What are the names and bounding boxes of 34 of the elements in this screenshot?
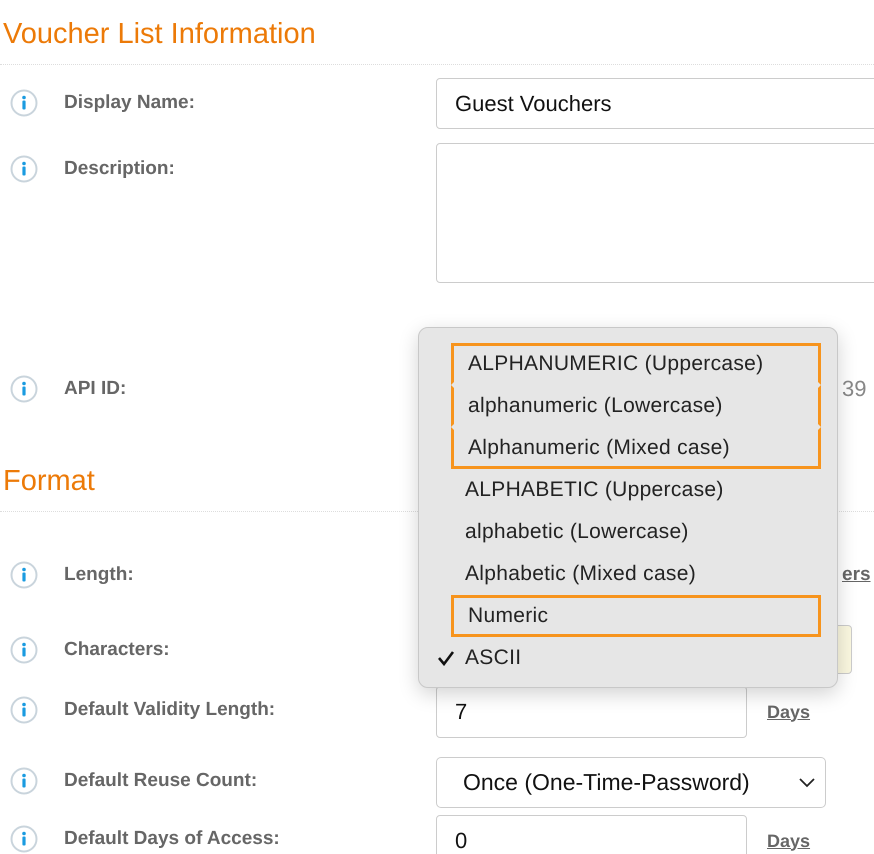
info-icon[interactable] <box>10 767 38 795</box>
menu-item[interactable]: Numeric <box>451 595 821 637</box>
field-label: Default Reuse Count: <box>64 769 258 793</box>
info-icon[interactable] <box>10 696 38 724</box>
info-icon[interactable] <box>10 561 38 589</box>
menu-item[interactable]: ALPHABETIC (Uppercase) <box>451 469 821 511</box>
field-label: Display Name: <box>64 91 196 115</box>
info-icon[interactable] <box>10 155 38 183</box>
unit-link[interactable]: Days <box>767 830 810 852</box>
api-id-value: 39 <box>842 375 866 403</box>
menu-item[interactable]: ALPHANUMERIC (Uppercase) <box>451 343 821 385</box>
unit-link[interactable]: Days <box>767 702 810 722</box>
menu-item[interactable]: alphabetic (Lowercase) <box>451 511 821 553</box>
field-label: Default Validity Length: <box>64 698 276 722</box>
link[interactable]: ers <box>842 561 871 589</box>
menu-item[interactable]: alphanumeric (Lowercase) <box>451 385 821 427</box>
field-label: Default Days of Access: <box>64 827 281 851</box>
select-field[interactable]: Once (One-Time-Password) <box>436 757 826 808</box>
section-title: Voucher List Information <box>0 16 874 65</box>
menu-item[interactable]: Alphabetic (Mixed case) <box>451 553 821 595</box>
info-icon[interactable] <box>10 89 38 117</box>
field-label: API ID: <box>64 377 128 401</box>
input-field[interactable]: Guest Vouchers <box>436 78 874 129</box>
chevron-icon <box>799 778 815 788</box>
field-label: Length: <box>64 563 135 587</box>
field-label: Description: <box>64 157 176 181</box>
info-icon[interactable] <box>10 375 38 403</box>
field-label: Characters: <box>64 638 171 662</box>
checkmark-icon <box>437 650 455 666</box>
menu-item[interactable]: ASCII <box>431 637 821 679</box>
input-field[interactable]: 0 <box>436 815 747 854</box>
info-icon[interactable] <box>10 636 38 664</box>
menu-item[interactable]: Alphanumeric (Mixed case) <box>451 427 821 469</box>
info-icon[interactable] <box>10 825 38 853</box>
